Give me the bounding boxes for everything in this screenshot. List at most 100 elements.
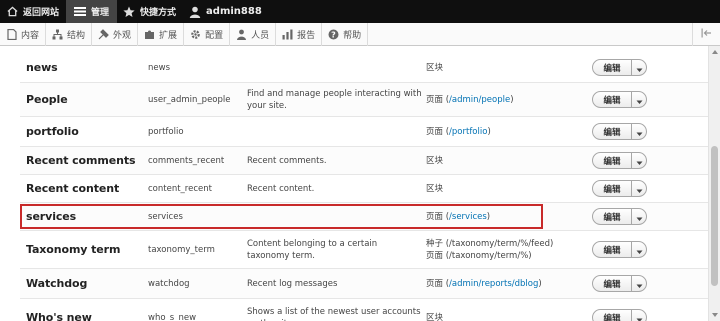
manage-tab[interactable]: 管理: [66, 0, 118, 23]
tray-item-label: 报告: [297, 30, 316, 41]
edit-dropbutton: 编辑: [592, 309, 647, 321]
table-row: Taxonomy term taxonomy_term Content belo…: [20, 231, 708, 269]
edit-dropbutton: 编辑: [592, 59, 647, 76]
table-row: Watchdog watchdog Recent log messages 页面…: [20, 269, 708, 299]
structure-icon: [52, 29, 63, 40]
display-type-suffix: ): [510, 94, 514, 105]
machine-name: portfolio: [148, 126, 184, 137]
view-name: People: [26, 93, 68, 106]
menu-icon: [74, 6, 87, 18]
edit-button[interactable]: 编辑: [593, 60, 631, 75]
page-scrollbar[interactable]: [708, 46, 720, 321]
edit-dropbutton: 编辑: [592, 208, 647, 225]
view-name: news: [26, 61, 58, 74]
tray-item-label: 内容: [21, 30, 40, 41]
display-type-text: 页面 (: [426, 126, 450, 137]
display-type-text-2: 页面 (/taxonomy/term/%): [426, 250, 532, 261]
operations-cell: 编辑: [592, 299, 648, 321]
edit-button[interactable]: 编辑: [593, 92, 631, 107]
table-row: People user_admin_people Find and manage…: [20, 83, 708, 117]
dropbutton-toggle[interactable]: [631, 209, 646, 224]
tray-orientation-toggle[interactable]: [692, 23, 720, 46]
people-icon: [236, 29, 247, 40]
dropbutton-toggle[interactable]: [631, 92, 646, 107]
operations-cell: 编辑: [592, 269, 648, 298]
tray-item-label: 配置: [205, 30, 224, 41]
edit-button[interactable]: 编辑: [593, 209, 631, 224]
dropbutton-toggle[interactable]: [631, 124, 646, 139]
tray-item-structure[interactable]: 结构: [46, 22, 93, 46]
tray-item-label: 人员: [251, 30, 270, 41]
tray-item-content[interactable]: 内容: [0, 22, 47, 46]
shortcuts-tab[interactable]: 快捷方式: [117, 0, 183, 23]
display-type-text: 页面 (: [426, 278, 450, 289]
home-icon: [6, 6, 18, 18]
operations-cell: 编辑: [592, 83, 648, 116]
display-type: 页面 (/admin/reports/dblog): [426, 269, 596, 298]
dropbutton-toggle[interactable]: [631, 153, 646, 168]
manage-label: 管理: [91, 8, 110, 18]
chevron-down-icon: [636, 60, 643, 75]
view-name: Recent content: [26, 182, 120, 195]
tray-item-reports[interactable]: 报告: [276, 22, 323, 46]
display-type-text: 区块: [426, 62, 444, 73]
view-description: Recent content.: [247, 183, 315, 194]
dropbutton-toggle[interactable]: [631, 242, 646, 257]
tray-item-config[interactable]: 配置: [184, 22, 231, 46]
machine-name: watchdog: [148, 278, 190, 289]
edit-dropbutton: 编辑: [592, 152, 647, 169]
dropbutton-toggle[interactable]: [631, 310, 646, 321]
edit-button[interactable]: 编辑: [593, 124, 631, 139]
admin-tray: 内容 结构 外观 扩展 配置 人员 报告 ? 帮助: [0, 22, 720, 46]
view-description: Content belonging to a certain taxonomy …: [247, 238, 378, 261]
display-type-text: 区块: [426, 183, 444, 194]
edit-dropbutton: 编辑: [592, 275, 647, 292]
edit-dropbutton: 编辑: [592, 241, 647, 258]
view-description: Find and manage people interacting with …: [247, 88, 422, 111]
display-type: 页面 (/admin/people): [426, 83, 596, 116]
display-path-link[interactable]: /admin/people: [449, 95, 510, 105]
edit-button[interactable]: 编辑: [593, 276, 631, 291]
edit-dropbutton: 编辑: [592, 123, 647, 140]
reports-icon: [282, 29, 293, 40]
operations-cell: 编辑: [592, 147, 648, 174]
display-type: 区块: [426, 175, 596, 202]
highlight-box: [20, 204, 543, 229]
operations-cell: 编辑: [592, 203, 648, 230]
user-tab[interactable]: admin888: [183, 0, 269, 23]
scroll-thumb[interactable]: [711, 146, 718, 286]
display-path-link[interactable]: /portfolio: [449, 127, 487, 137]
operations-cell: 编辑: [592, 53, 648, 82]
table-row: Who's new who_s_new Shows a list of the …: [20, 299, 708, 321]
tray-item-help[interactable]: ? 帮助: [322, 22, 369, 46]
table-row: Recent content content_recent Recent con…: [20, 175, 708, 203]
edit-button[interactable]: 编辑: [593, 242, 631, 257]
display-type: 种子 (/taxonomy/term/%/feed) 页面 (/taxonomy…: [426, 231, 596, 268]
back-to-site-link[interactable]: 返回网站: [0, 0, 66, 23]
display-type: 区块: [426, 53, 596, 82]
display-path-link[interactable]: /admin/reports/dblog: [449, 279, 538, 289]
dropbutton-toggle[interactable]: [631, 276, 646, 291]
chevron-down-icon: [636, 209, 643, 224]
machine-name: who_s_new: [148, 312, 197, 321]
tray-item-label: 结构: [67, 30, 86, 41]
scroll-down-arrow-icon[interactable]: [711, 311, 718, 318]
user-icon: [189, 6, 201, 18]
help-icon: ?: [328, 29, 339, 40]
view-name: Who's new: [26, 311, 92, 321]
operations-cell: 编辑: [592, 117, 648, 146]
machine-name: user_admin_people: [148, 94, 231, 105]
tray-item-appearance[interactable]: 外观: [92, 22, 139, 46]
tray-item-people[interactable]: 人员: [230, 22, 277, 46]
tray-item-label: 帮助: [343, 30, 362, 41]
view-description: [247, 117, 422, 146]
view-name: Watchdog: [26, 277, 88, 290]
edit-button[interactable]: 编辑: [593, 153, 631, 168]
edit-button[interactable]: 编辑: [593, 310, 631, 321]
tray-item-extend[interactable]: 扩展: [138, 22, 185, 46]
dropbutton-toggle[interactable]: [631, 60, 646, 75]
scroll-up-arrow-icon[interactable]: [711, 48, 718, 55]
display-type-text: 种子 (/taxonomy/term/%/feed): [426, 238, 554, 249]
edit-button[interactable]: 编辑: [593, 181, 631, 196]
dropbutton-toggle[interactable]: [631, 181, 646, 196]
